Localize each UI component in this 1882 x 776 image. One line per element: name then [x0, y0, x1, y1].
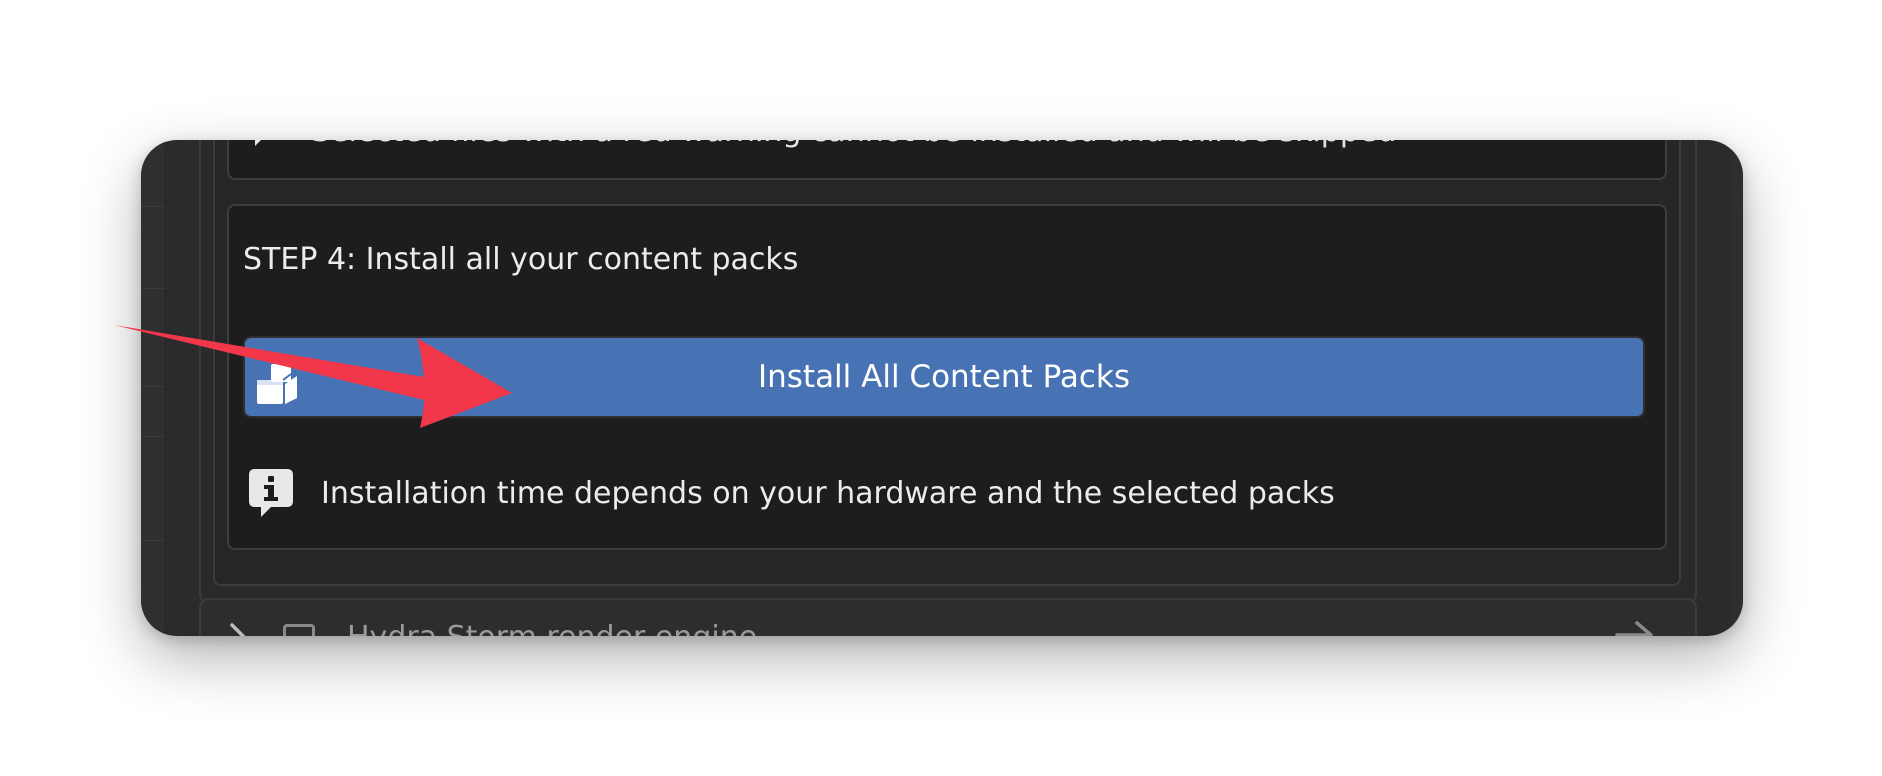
step4-box: STEP 4: Install all your content packs I… — [227, 204, 1667, 550]
chevron-right-icon[interactable] — [229, 622, 247, 636]
hydra-storm-label: Hydra Storm render engine — [347, 620, 757, 636]
install-info-text: Installation time depends on your hardwa… — [321, 475, 1335, 511]
strip-divider — [141, 540, 165, 541]
install-button-label: Install All Content Packs — [757, 359, 1131, 395]
left-toolbar-strip — [141, 140, 166, 636]
warning-note-text: Selected files with a red warning cannot… — [311, 140, 1396, 149]
install-all-content-packs-button[interactable]: Install All Content Packs — [243, 336, 1645, 418]
info-icon — [249, 469, 293, 517]
warning-note-box: Selected files with a red warning cannot… — [227, 140, 1667, 180]
hydra-storm-section-header[interactable]: Hydra Storm render engine — [199, 598, 1697, 636]
strip-divider — [141, 206, 165, 207]
strip-divider — [141, 386, 165, 387]
install-info-row: Installation time depends on your hardwa… — [249, 468, 1335, 518]
checkbox-icon[interactable] — [283, 624, 315, 636]
warning-note-row: Selected files with a red warning cannot… — [247, 140, 1396, 149]
app-window: Selected files with a red warning cannot… — [141, 140, 1743, 636]
scrollbar-track[interactable] — [1731, 140, 1743, 636]
strip-divider — [141, 288, 165, 289]
strip-divider — [141, 436, 165, 437]
step4-title: STEP 4: Install all your content packs — [243, 242, 799, 277]
arrow-right-icon[interactable] — [1615, 618, 1655, 636]
screenshot-stage: Selected files with a red warning cannot… — [0, 0, 1882, 776]
speech-bubble-icon — [255, 140, 261, 146]
